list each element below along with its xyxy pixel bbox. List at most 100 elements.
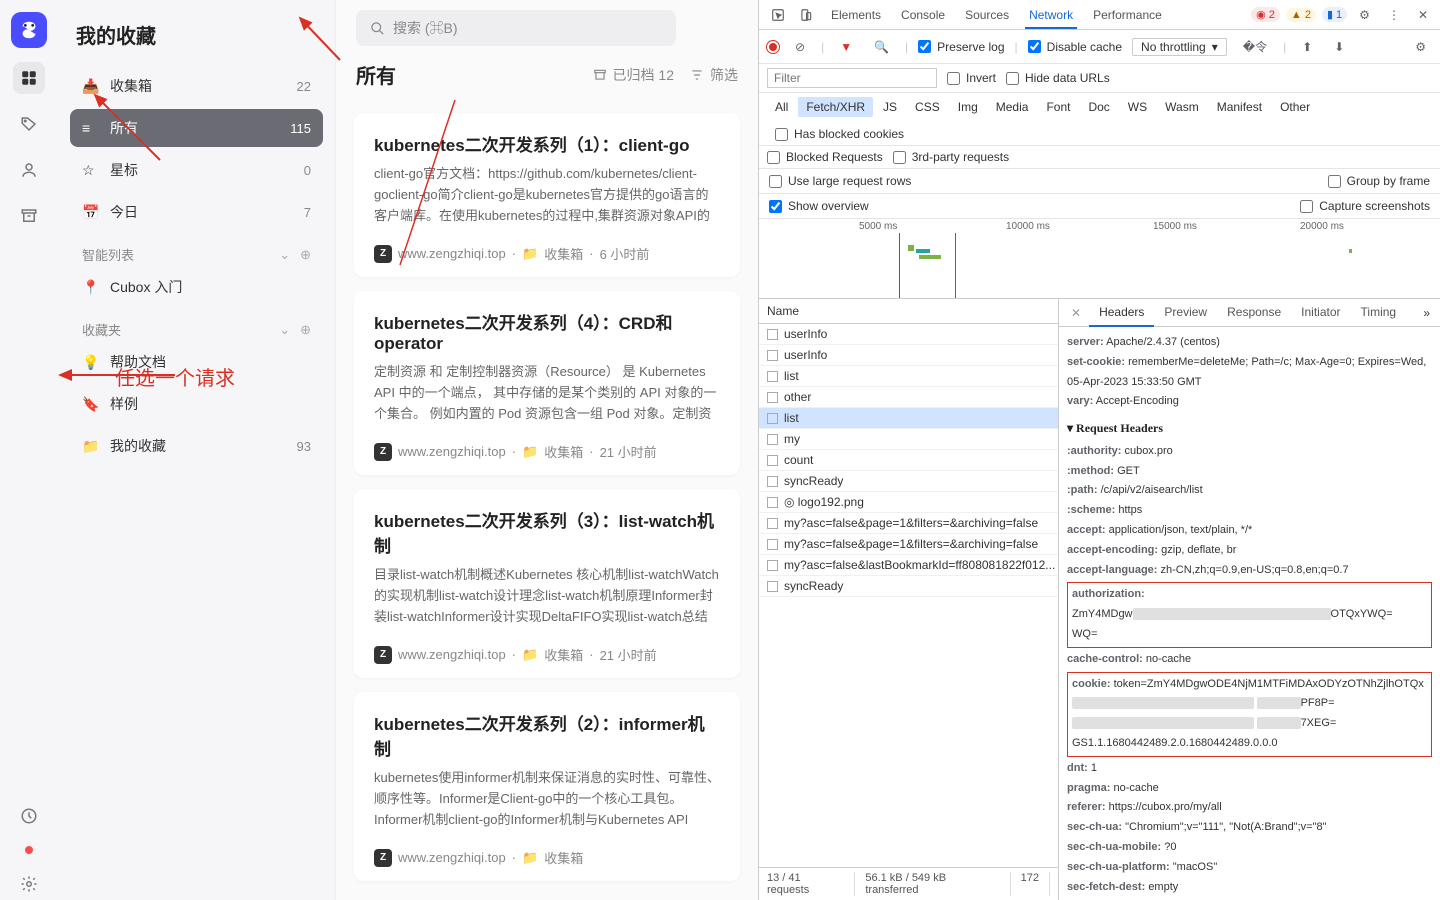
rail-person-icon[interactable]: [13, 154, 45, 186]
type-filter-chip[interactable]: CSS: [907, 97, 948, 117]
large-rows-checkbox[interactable]: Use large request rows: [769, 174, 911, 188]
request-checkbox[interactable]: [767, 350, 778, 361]
sidebar-item[interactable]: 📅今日7: [70, 193, 323, 231]
devtools-tab[interactable]: Console: [891, 2, 955, 28]
request-checkbox[interactable]: [767, 413, 778, 424]
gear-icon[interactable]: ⚙: [1409, 36, 1432, 58]
show-overview-checkbox[interactable]: Show overview: [769, 199, 869, 213]
request-row[interactable]: count: [759, 450, 1058, 471]
request-checkbox[interactable]: [767, 476, 778, 487]
inspect-icon[interactable]: [765, 4, 791, 26]
detail-tab[interactable]: Response: [1217, 299, 1291, 326]
search-input[interactable]: 搜索 (⌘B): [356, 10, 676, 46]
wifi-icon[interactable]: �令: [1237, 34, 1273, 59]
blocked-requests-checkbox[interactable]: Blocked Requests: [767, 150, 883, 164]
type-filter-chip[interactable]: JS: [875, 97, 905, 117]
section-smart-lists[interactable]: 智能列表 ⌄⊕: [70, 235, 323, 268]
type-filter-chip[interactable]: Manifest: [1209, 97, 1270, 117]
request-row[interactable]: ◎ logo192.png: [759, 492, 1058, 513]
devtools-tab[interactable]: Sources: [955, 2, 1019, 28]
request-row[interactable]: userInfo: [759, 324, 1058, 345]
request-row[interactable]: list: [759, 408, 1058, 429]
close-detail-icon[interactable]: ✕: [1063, 302, 1089, 324]
rail-tag-icon[interactable]: [13, 108, 45, 140]
blocked-cookies-checkbox[interactable]: Has blocked cookies: [775, 127, 904, 141]
disable-cache-checkbox[interactable]: Disable cache: [1028, 40, 1122, 54]
invert-checkbox[interactable]: Invert: [947, 71, 996, 85]
filter-toggle-icon[interactable]: ▼: [834, 36, 858, 58]
request-row[interactable]: syncReady: [759, 471, 1058, 492]
article-card[interactable]: kubernetes二次开发系列（4）：CRD和operator 定制资源 和 …: [354, 291, 740, 475]
rail-grid-icon[interactable]: [13, 62, 45, 94]
archive-info[interactable]: 已归档 12: [593, 65, 674, 85]
request-row[interactable]: my: [759, 429, 1058, 450]
filter-input[interactable]: [767, 68, 937, 88]
record-button[interactable]: [767, 41, 779, 53]
section-folders[interactable]: 收藏夹 ⌄⊕: [70, 310, 323, 343]
devtools-tab[interactable]: Performance: [1083, 2, 1172, 28]
detail-tab[interactable]: Initiator: [1291, 299, 1350, 326]
search-icon[interactable]: 🔍: [868, 36, 895, 58]
third-party-checkbox[interactable]: 3rd-party requests: [893, 150, 1009, 164]
gear-icon[interactable]: ⚙: [1353, 4, 1376, 26]
request-row[interactable]: my?asc=false&page=1&filters=&archiving=f…: [759, 513, 1058, 534]
rail-settings-icon[interactable]: [13, 868, 45, 900]
throttle-select[interactable]: No throttling ▾: [1132, 38, 1227, 56]
chevron-down-icon[interactable]: ⌄: [279, 322, 290, 338]
sidebar-item[interactable]: 📁我的收藏93: [70, 427, 323, 465]
more-icon[interactable]: ⋮: [1382, 4, 1406, 26]
type-filter-chip[interactable]: Font: [1038, 97, 1078, 117]
chevron-down-icon[interactable]: ⌄: [279, 247, 290, 263]
type-filter-chip[interactable]: Wasm: [1157, 97, 1207, 117]
error-badge[interactable]: ◉ 2: [1251, 7, 1280, 22]
preserve-log-checkbox[interactable]: Preserve log: [918, 40, 1004, 54]
type-filter-chip[interactable]: Media: [988, 97, 1037, 117]
type-filter-chip[interactable]: Doc: [1080, 97, 1117, 117]
name-column-header[interactable]: Name: [759, 299, 1058, 324]
upload-icon[interactable]: ⬆: [1296, 36, 1318, 58]
rail-history-icon[interactable]: [13, 800, 45, 832]
group-frame-checkbox[interactable]: Group by frame: [1328, 174, 1430, 188]
article-card[interactable]: kubernetes二次开发系列（1）：client-go client-go官…: [354, 113, 740, 277]
type-filter-chip[interactable]: All: [767, 97, 796, 117]
request-row[interactable]: list: [759, 366, 1058, 387]
request-row[interactable]: userInfo: [759, 345, 1058, 366]
type-filter-chip[interactable]: Other: [1272, 97, 1318, 117]
sidebar-item[interactable]: ≡所有115: [70, 109, 323, 147]
article-card[interactable]: kubernetes二次开发系列（2）：informer机制 kubernete…: [354, 692, 740, 881]
detail-tab[interactable]: Headers: [1089, 299, 1154, 327]
type-filter-chip[interactable]: Fetch/XHR: [798, 97, 873, 117]
article-card[interactable]: kubernetes二次开发系列（3）：list-watch机制 目录list-…: [354, 489, 740, 678]
request-headers-section[interactable]: ▾ Request Headers: [1067, 418, 1432, 440]
filter-button[interactable]: 筛选: [690, 65, 738, 85]
hide-urls-checkbox[interactable]: Hide data URLs: [1006, 71, 1110, 85]
request-checkbox[interactable]: [767, 581, 778, 592]
sidebar-item[interactable]: ☆星标0: [70, 151, 323, 189]
devtools-tab[interactable]: Network: [1019, 2, 1083, 28]
detail-tab[interactable]: Timing: [1351, 299, 1407, 326]
request-checkbox[interactable]: [767, 518, 778, 529]
info-badge[interactable]: ▮ 1: [1322, 7, 1347, 22]
type-filter-chip[interactable]: WS: [1120, 97, 1155, 117]
request-checkbox[interactable]: [767, 392, 778, 403]
request-checkbox[interactable]: [767, 539, 778, 550]
request-checkbox[interactable]: [767, 560, 778, 571]
sidebar-item[interactable]: 📥收集箱22: [70, 67, 323, 105]
plus-icon[interactable]: ⊕: [300, 247, 311, 263]
plus-icon[interactable]: ⊕: [300, 322, 311, 338]
detail-tab[interactable]: Preview: [1154, 299, 1217, 326]
download-icon[interactable]: ⬇: [1328, 36, 1350, 58]
request-row[interactable]: syncReady: [759, 576, 1058, 597]
sidebar-item[interactable]: 📍Cubox 入门: [70, 268, 323, 306]
more-icon[interactable]: »: [1417, 300, 1436, 326]
device-icon[interactable]: [793, 4, 819, 26]
warning-badge[interactable]: ▲ 2: [1286, 8, 1316, 22]
request-checkbox[interactable]: [767, 455, 778, 466]
request-row[interactable]: my?asc=false&lastBookmarkId=ff808081822f…: [759, 555, 1058, 576]
request-row[interactable]: my?asc=false&page=1&filters=&archiving=f…: [759, 534, 1058, 555]
capture-ss-checkbox[interactable]: Capture screenshots: [1300, 199, 1430, 213]
type-filter-chip[interactable]: Img: [950, 97, 986, 117]
app-logo[interactable]: [11, 12, 47, 48]
devtools-tab[interactable]: Elements: [821, 2, 891, 28]
request-checkbox[interactable]: [767, 434, 778, 445]
